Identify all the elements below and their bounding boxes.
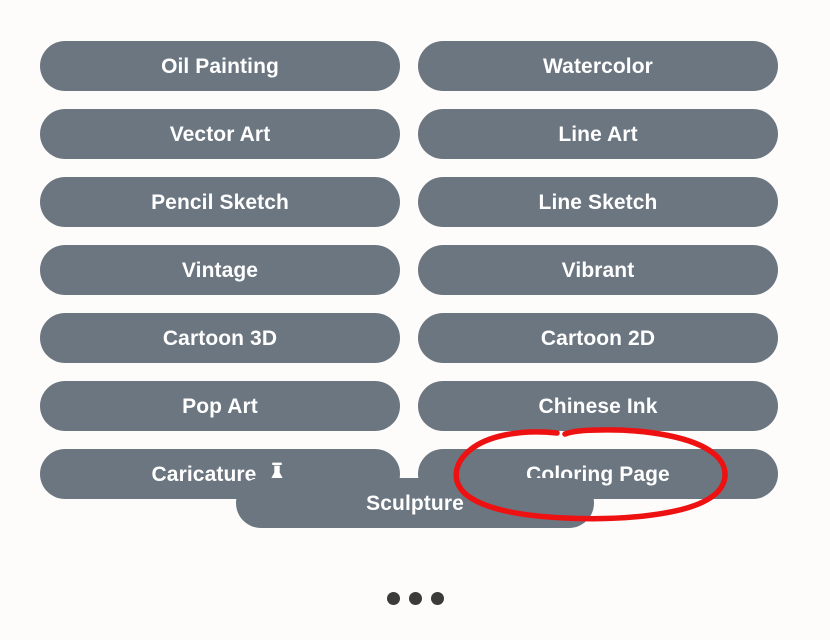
style-chip-label: Pencil Sketch [151, 190, 289, 214]
style-chip-label: Vibrant [561, 258, 635, 282]
page-dot-3[interactable] [430, 592, 444, 605]
style-chip-vector-art[interactable]: Vector Art [40, 109, 400, 159]
style-chip-label: Vintage [181, 258, 259, 282]
style-picker-screen: Oil Painting Watercolor Vector Art Line … [0, 0, 830, 640]
style-chip-cartoon-2d[interactable]: Cartoon 2D [418, 313, 778, 363]
style-chip-row-sculpture: Sculpture [0, 478, 830, 528]
style-chip-cartoon-3d[interactable]: Cartoon 3D [40, 313, 400, 363]
page-dot-2[interactable] [408, 592, 422, 605]
style-chip-line-art[interactable]: Line Art [418, 109, 778, 159]
style-chip-oil-painting[interactable]: Oil Painting [40, 41, 400, 91]
style-chip-vintage[interactable]: Vintage [40, 245, 400, 295]
style-chip-label: Sculpture [366, 491, 464, 515]
style-chip-chinese-ink[interactable]: Chinese Ink [418, 381, 778, 431]
style-chip-vibrant[interactable]: Vibrant [418, 245, 778, 295]
style-chip-label: Cartoon 2D [540, 326, 656, 350]
style-chip-label: Watercolor [543, 54, 653, 78]
style-chip-pop-art[interactable]: Pop Art [40, 381, 400, 431]
style-chip-sculpture[interactable]: Sculpture [236, 478, 594, 528]
page-dot-1[interactable] [386, 592, 400, 605]
style-chip-label: Pop Art [182, 394, 258, 418]
style-chip-label: Line Art [558, 122, 638, 146]
style-chip-grid: Oil Painting Watercolor Vector Art Line … [40, 41, 778, 499]
style-chip-line-sketch[interactable]: Line Sketch [418, 177, 778, 227]
style-chip-watercolor[interactable]: Watercolor [418, 41, 778, 91]
style-chip-label: Chinese Ink [538, 394, 658, 418]
style-chip-label: Line Sketch [538, 190, 658, 214]
style-chip-label: Cartoon 3D [162, 326, 278, 350]
style-chip-label: Oil Painting [161, 54, 279, 78]
page-indicator[interactable] [0, 592, 830, 605]
style-chip-label: Vector Art [169, 122, 271, 146]
style-chip-pencil-sketch[interactable]: Pencil Sketch [40, 177, 400, 227]
